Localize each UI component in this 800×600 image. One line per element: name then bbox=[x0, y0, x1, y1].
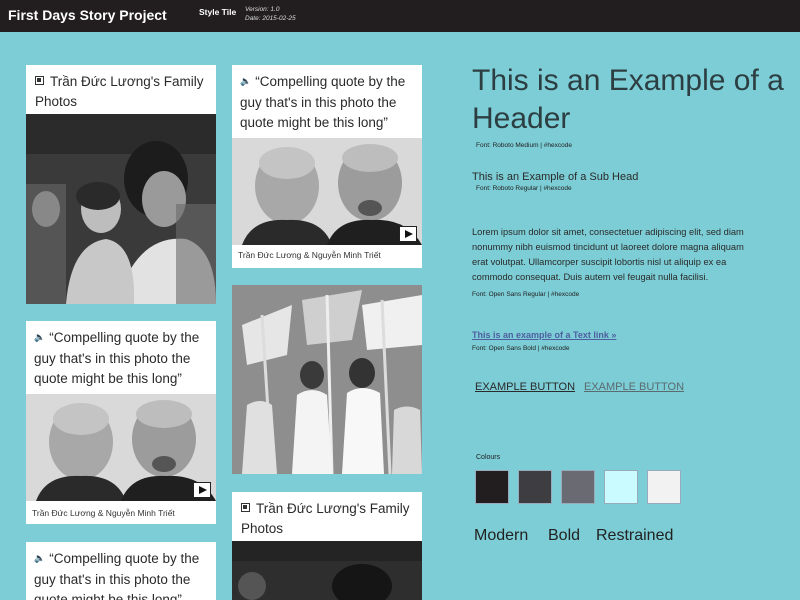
play-button-icon[interactable] bbox=[399, 226, 417, 242]
colours-label: Colours bbox=[476, 454, 501, 461]
quote-text-block: 🔈 “Compelling quote by the guy that's in … bbox=[34, 328, 210, 389]
quote-text: “Compelling quote by the guy that's in t… bbox=[34, 330, 200, 386]
speaker-icon: 🔈 bbox=[240, 76, 252, 86]
speaker-icon: 🔈 bbox=[34, 332, 46, 342]
colour-swatch bbox=[647, 470, 681, 504]
colour-swatch bbox=[518, 470, 552, 504]
quote-text: “Compelling quote by the guy that's in t… bbox=[240, 74, 406, 130]
link-font-note: Font: Open Sans Bold | #hexcode bbox=[472, 345, 570, 352]
brand-word: Bold bbox=[548, 527, 581, 544]
colour-swatch bbox=[475, 470, 509, 504]
quote-card[interactable]: 🔈 “Compelling quote by the guy that's in … bbox=[232, 65, 422, 268]
example-text-link[interactable]: This is an example of a Text link » bbox=[472, 330, 616, 340]
play-button-icon[interactable] bbox=[193, 482, 211, 498]
subhead-font-note: Font: Roboto Regular | #hexcode bbox=[476, 185, 572, 192]
family-photo[interactable] bbox=[232, 541, 422, 600]
family-photos-card[interactable]: Trần Đức Lương's Family Photos bbox=[26, 65, 216, 304]
card-title: Trần Đức Lương's Family Photos bbox=[35, 72, 210, 112]
example-button-secondary[interactable]: EXAMPLE BUTTON bbox=[584, 381, 684, 393]
version-meta: Version: 1.0 Date: 2015-02-25 bbox=[245, 6, 296, 23]
family-photo[interactable] bbox=[26, 114, 216, 304]
parade-photo[interactable] bbox=[232, 285, 422, 474]
quote-card[interactable]: 🔈 “Compelling quote by the guy that's in … bbox=[26, 321, 216, 524]
family-photos-card[interactable]: Trần Đức Lương's Family Photos bbox=[232, 492, 422, 600]
card-title-text: Trần Đức Lương's Family Photos bbox=[241, 501, 410, 536]
site-title[interactable]: First Days Story Project bbox=[8, 7, 167, 23]
gallery-icon bbox=[35, 76, 44, 85]
example-body-text: Lorem ipsum dolor sit amet, consectetuer… bbox=[472, 227, 744, 282]
quote-photo[interactable] bbox=[232, 138, 422, 245]
example-button-primary[interactable]: EXAMPLE BUTTON bbox=[475, 381, 575, 393]
body-font-note: Font: Open Sans Regular | #hexcode bbox=[472, 291, 580, 298]
speaker-icon: 🔈 bbox=[34, 553, 46, 563]
style-tile-label: Style Tile bbox=[199, 7, 237, 17]
parade-photo-card[interactable] bbox=[232, 285, 422, 474]
quote-text: “Compelling quote by the guy that's in t… bbox=[34, 551, 200, 600]
gallery-icon bbox=[241, 503, 250, 512]
quote-text-block: 🔈 “Compelling quote by the guy that's in … bbox=[34, 549, 210, 600]
quote-photo[interactable] bbox=[26, 394, 216, 501]
photo-caption: Trần Đức Lương & Nguyễn Minh Triết bbox=[238, 250, 381, 260]
colour-swatch bbox=[604, 470, 638, 504]
version-text: Version: 1.0 bbox=[245, 6, 280, 13]
example-header: This is an Example of a Header bbox=[472, 64, 784, 135]
header-font-note: Font: Roboto Medium | #hexcode bbox=[476, 142, 572, 149]
date-text: Date: 2015-02-25 bbox=[245, 14, 296, 22]
quote-text-block: 🔈 “Compelling quote by the guy that's in … bbox=[240, 72, 416, 133]
card-title-text: Trần Đức Lương's Family Photos bbox=[35, 74, 204, 109]
brand-word: Modern bbox=[474, 527, 529, 544]
colour-swatch bbox=[561, 470, 595, 504]
photo-caption: Trần Đức Lương & Nguyễn Minh Triết bbox=[32, 508, 175, 518]
top-bar: First Days Story Project Style Tile Vers… bbox=[0, 0, 800, 32]
brand-word: Restrained bbox=[596, 527, 674, 544]
quote-card[interactable]: 🔈 “Compelling quote by the guy that's in … bbox=[26, 542, 216, 600]
example-subhead: This is an Example of a Sub Head bbox=[472, 171, 639, 183]
card-title: Trần Đức Lương's Family Photos bbox=[241, 499, 416, 539]
